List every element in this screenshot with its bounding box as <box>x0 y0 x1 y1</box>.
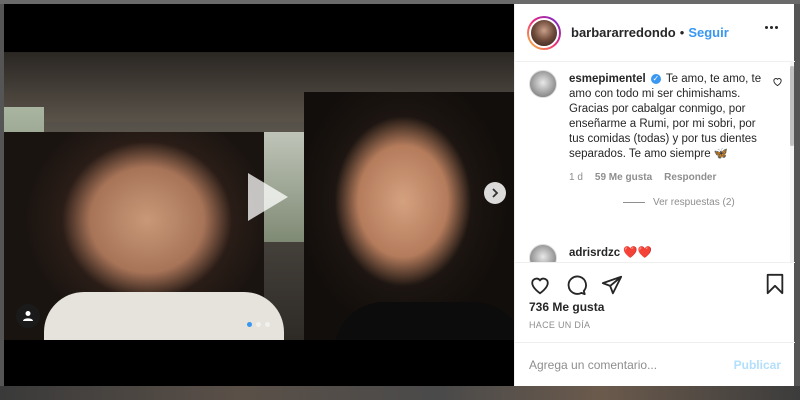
play-icon[interactable] <box>234 167 294 227</box>
carousel-dot <box>265 322 270 327</box>
carousel-next-button[interactable] <box>484 182 506 204</box>
comment-meta: 1 d 59 Me gusta Responder <box>569 172 765 183</box>
reply-button[interactable]: Responder <box>664 172 716 183</box>
comment-form: Publicar <box>515 342 795 386</box>
commenter-avatar[interactable] <box>529 70 557 98</box>
chevron-right-icon <box>492 188 499 198</box>
author-avatar[interactable] <box>527 15 561 50</box>
commenter-username[interactable]: esmepimentel <box>569 73 646 85</box>
comment-likes[interactable]: 59 Me gusta <box>595 172 652 183</box>
comment-item: adrisrdzc ❤️❤️ <box>515 244 652 262</box>
comment-input[interactable] <box>529 357 734 372</box>
author-username[interactable]: barbararredondo <box>571 25 676 40</box>
carousel-dot <box>256 322 261 327</box>
header-separator: • <box>679 25 685 40</box>
post-timestamp[interactable]: HACE UN DÍA <box>529 320 590 330</box>
user-tag-button[interactable] <box>16 304 40 328</box>
user-tag-icon <box>23 311 33 321</box>
follow-button[interactable]: Seguir <box>688 25 728 40</box>
comments-scrollbar[interactable] <box>790 62 794 262</box>
video-frame[interactable] <box>4 52 514 340</box>
likes-count[interactable]: 736 Me gusta <box>529 300 604 314</box>
share-icon[interactable] <box>601 274 623 296</box>
more-icon[interactable] <box>765 26 781 30</box>
view-replies-label: Ver respuestas (2) <box>653 197 735 208</box>
replies-divider <box>623 202 645 203</box>
heart-icon[interactable] <box>529 274 551 296</box>
scrollbar-thumb[interactable] <box>790 66 794 146</box>
comment-body: ❤️❤️ <box>623 247 652 259</box>
carousel-dot <box>247 322 252 327</box>
bookmark-icon[interactable] <box>765 273 785 295</box>
post-header: barbararredondo • Seguir <box>515 4 795 62</box>
view-replies-button[interactable]: Ver respuestas (2) <box>623 197 765 208</box>
comment-body: Te amo, te amo, te amo con todo mi ser c… <box>569 73 762 160</box>
person-left-shirt <box>44 292 284 340</box>
comment-text: adrisrdzc ❤️❤️ <box>569 246 652 261</box>
commenter-avatar[interactable] <box>529 244 557 262</box>
publish-button[interactable]: Publicar <box>734 358 781 372</box>
comment-item: esmepimentel ✓ Te amo, te amo, te amo co… <box>515 62 795 208</box>
person-right-shirt <box>334 302 514 340</box>
comment-text: esmepimentel ✓ Te amo, te amo, te amo co… <box>569 72 765 162</box>
post-side-panel: barbararredondo • Seguir esmepimentel ✓ … <box>514 4 795 386</box>
commenter-username[interactable]: adrisrdzc <box>569 247 620 259</box>
avatar-image <box>529 17 559 48</box>
page-backdrop: barbararredondo • Seguir esmepimentel ✓ … <box>0 0 800 400</box>
post-media <box>4 4 514 386</box>
comment-list: esmepimentel ✓ Te amo, te amo, te amo co… <box>515 62 795 262</box>
comment-like-icon[interactable] <box>772 76 783 87</box>
verified-badge-icon: ✓ <box>650 73 661 84</box>
background-feed-strip <box>0 386 800 400</box>
comment-age: 1 d <box>569 172 583 183</box>
comment-icon[interactable] <box>565 274 587 296</box>
carousel-indicator <box>247 322 270 327</box>
